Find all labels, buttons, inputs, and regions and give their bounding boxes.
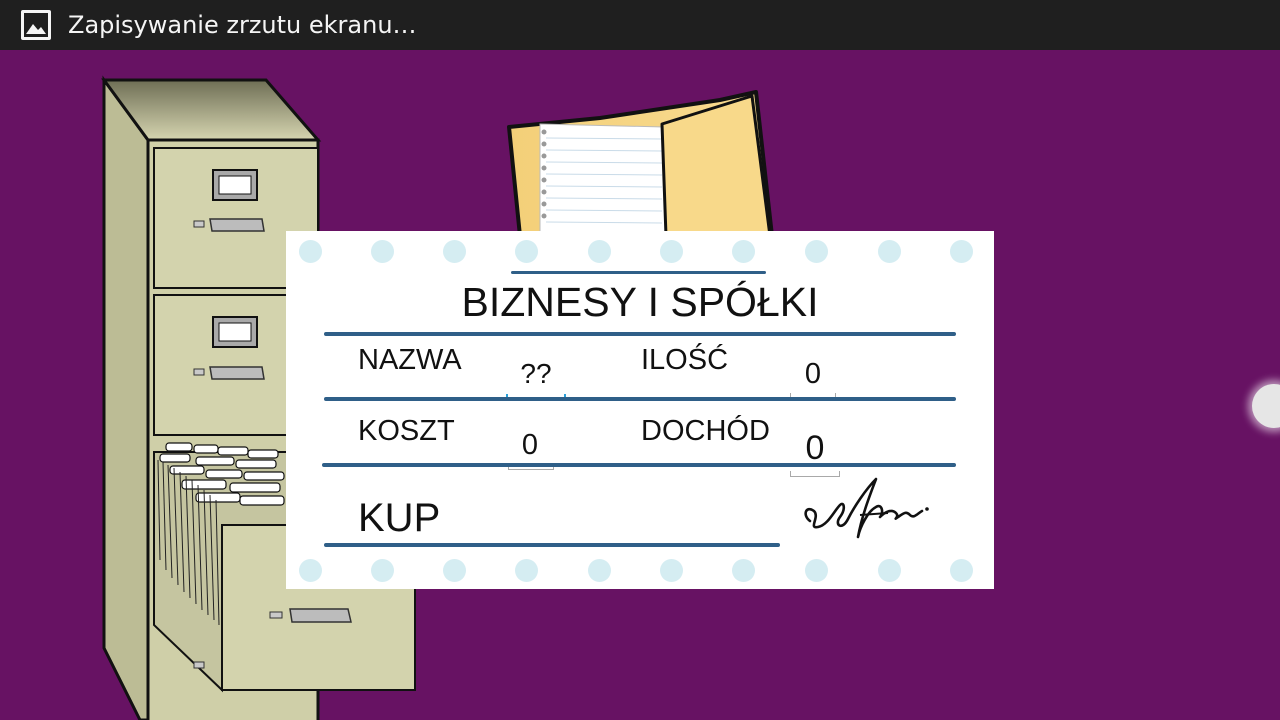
name-label: NAZWA bbox=[358, 344, 462, 376]
income-value[interactable]: 0 bbox=[790, 429, 840, 467]
buy-rule bbox=[324, 543, 780, 547]
business-card-dialog: BIZNESY I SPÓŁKI NAZWA ?? ILOŚĆ 0 KOSZT … bbox=[286, 231, 994, 589]
top-dots-decoration bbox=[286, 240, 994, 264]
quantity-label: ILOŚĆ bbox=[641, 344, 729, 376]
cost-value[interactable]: 0 bbox=[508, 428, 552, 462]
signature-icon bbox=[804, 477, 929, 539]
quantity-value[interactable]: 0 bbox=[790, 357, 836, 391]
page-title: BIZNESY I SPÓŁKI bbox=[461, 279, 819, 325]
bottom-dots-decoration bbox=[286, 559, 994, 583]
buy-button[interactable]: KUP bbox=[358, 495, 440, 541]
cost-label: KOSZT bbox=[358, 415, 455, 447]
folder-icon bbox=[507, 90, 774, 238]
title-bottom-rule bbox=[324, 332, 956, 336]
name-value[interactable]: ?? bbox=[506, 358, 566, 390]
row2-rule bbox=[322, 463, 956, 467]
row1-rule bbox=[324, 397, 956, 401]
income-label: DOCHÓD bbox=[641, 415, 770, 447]
title-top-rule bbox=[511, 271, 766, 274]
